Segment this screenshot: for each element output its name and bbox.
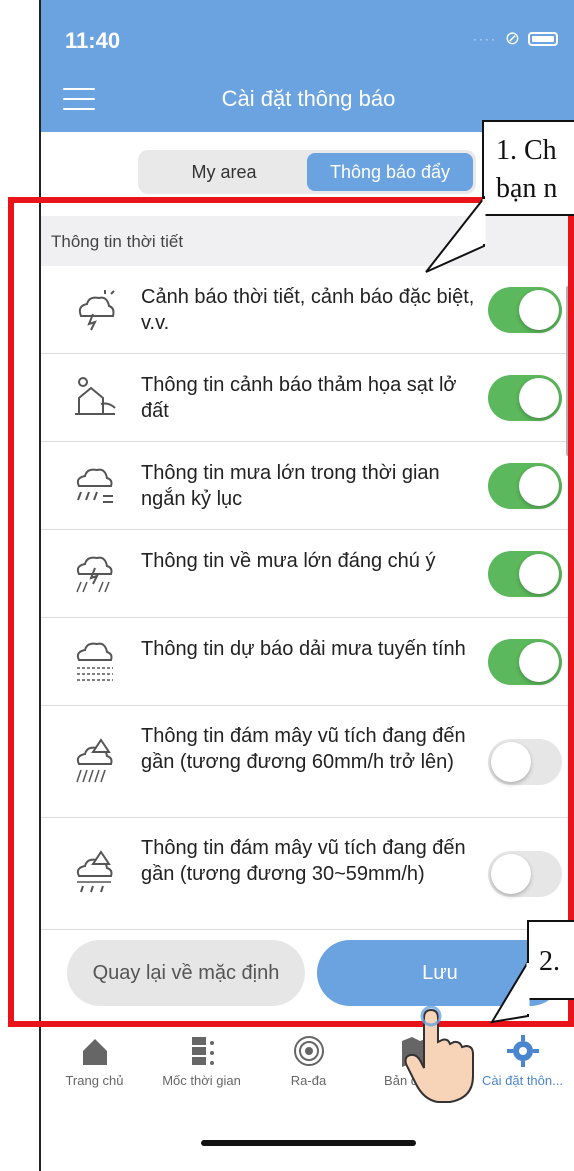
tab-timeline[interactable]: Mốc thời gian	[148, 1023, 255, 1112]
tap-hand-icon	[404, 1006, 474, 1103]
setting-toggle[interactable]	[488, 375, 562, 421]
heavy-rain-icon	[76, 556, 113, 593]
landslide-icon	[75, 377, 116, 415]
home-icon	[82, 1039, 107, 1065]
scrollbar[interactable]	[566, 286, 570, 456]
battery-icon	[528, 31, 558, 46]
setting-toggle[interactable]	[488, 551, 562, 597]
cumulonimbus-rain-icon	[76, 850, 113, 893]
setting-label: Thông tin về mưa lớn đáng chú ý	[141, 550, 436, 572]
setting-row: Thông tin cảnh báo thảm họa sạt lở đất	[41, 354, 574, 442]
status-time: 11:40	[65, 28, 121, 53]
tab-label: Ra-đa	[290, 1073, 327, 1088]
setting-row: Thông tin đám mây vũ tích đang đến gần (…	[41, 818, 574, 930]
cumulonimbus-alert-icon	[76, 738, 113, 783]
setting-row: Cảnh báo thời tiết, cảnh báo đặc biệt, v…	[41, 266, 574, 354]
reset-default-button[interactable]: Quay lại về mặc định	[67, 940, 305, 1006]
tab-home[interactable]: Trang chủ	[41, 1023, 148, 1112]
callout-2-text: 2.	[539, 946, 560, 977]
link-icon: ⊘	[504, 28, 520, 48]
tab-label: Cài đặt thôn...	[482, 1073, 563, 1088]
storm-warning-icon	[78, 290, 115, 331]
radar-icon	[293, 1036, 324, 1066]
setting-toggle[interactable]	[488, 639, 562, 685]
toggle-knob	[519, 642, 559, 682]
setting-row: Thông tin về mưa lớn đáng chú ý	[41, 530, 574, 618]
section-header: Thông tin thời tiết	[41, 216, 574, 266]
callout-1-pointer	[425, 196, 486, 273]
tab-label: Trang chủ	[65, 1073, 124, 1088]
toggle-knob	[491, 854, 531, 894]
tab-bar: Trang chủMốc thời gianRa-đaBản đồ p...Cà…	[41, 1022, 574, 1112]
section-label: Thông tin thời tiết	[51, 232, 184, 251]
app-header: 11:40 ···· ⊘ Cài đặt thông báo	[41, 0, 574, 132]
segmented-control: My area Thông báo đẩy	[138, 150, 476, 194]
callout-1: 1. Ch bạn n	[482, 120, 574, 216]
setting-label: Cảnh báo thời tiết, cảnh báo đặc biệt, v…	[141, 286, 475, 334]
signal-dots-icon: ····	[472, 31, 497, 46]
tab-gear[interactable]: Cài đặt thôn...	[469, 1023, 574, 1112]
callout-2: 2.	[527, 920, 574, 1000]
callout-1-text: 1. Ch bạn n	[496, 135, 558, 204]
setting-label: Thông tin đám mây vũ tích đang đến gần (…	[141, 725, 466, 773]
gear-icon	[506, 1035, 539, 1067]
toggle-knob	[491, 742, 531, 782]
toggle-knob	[519, 378, 559, 418]
setting-label: Thông tin cảnh báo thảm họa sạt lở đất	[141, 374, 457, 422]
toggle-knob	[519, 290, 559, 330]
toggle-knob	[519, 554, 559, 594]
setting-toggle[interactable]	[488, 739, 562, 785]
setting-row: Thông tin dự báo dải mưa tuyến tính	[41, 618, 574, 706]
setting-toggle[interactable]	[488, 287, 562, 333]
setting-label: Thông tin đám mây vũ tích đang đến gần (…	[141, 837, 466, 885]
toggle-knob	[519, 466, 559, 506]
setting-row: Thông tin đám mây vũ tích đang đến gần (…	[41, 706, 574, 818]
settings-list: Cảnh báo thời tiết, cảnh báo đặc biệt, v…	[41, 266, 574, 990]
setting-label: Thông tin mưa lớn trong thời gian ngắn k…	[141, 462, 440, 510]
heavy-rain-record-icon	[76, 468, 113, 503]
setting-toggle[interactable]	[488, 463, 562, 509]
segment-my-area[interactable]: My area	[141, 153, 307, 191]
setting-row: Thông tin mưa lớn trong thời gian ngắn k…	[41, 442, 574, 530]
tab-label: Mốc thời gian	[162, 1073, 241, 1088]
linear-rainband-icon	[76, 642, 113, 681]
status-icons: ···· ⊘	[473, 28, 558, 49]
page-title: Cài đặt thông báo	[221, 86, 396, 111]
setting-toggle[interactable]	[488, 851, 562, 897]
callout-2-pointer	[490, 960, 530, 1024]
home-indicator	[201, 1140, 416, 1146]
segment-push-notifications[interactable]: Thông báo đẩy	[307, 153, 473, 191]
setting-label: Thông tin dự báo dải mưa tuyến tính	[141, 638, 466, 660]
timeline-icon	[191, 1037, 214, 1065]
tab-radar[interactable]: Ra-đa	[255, 1023, 362, 1112]
